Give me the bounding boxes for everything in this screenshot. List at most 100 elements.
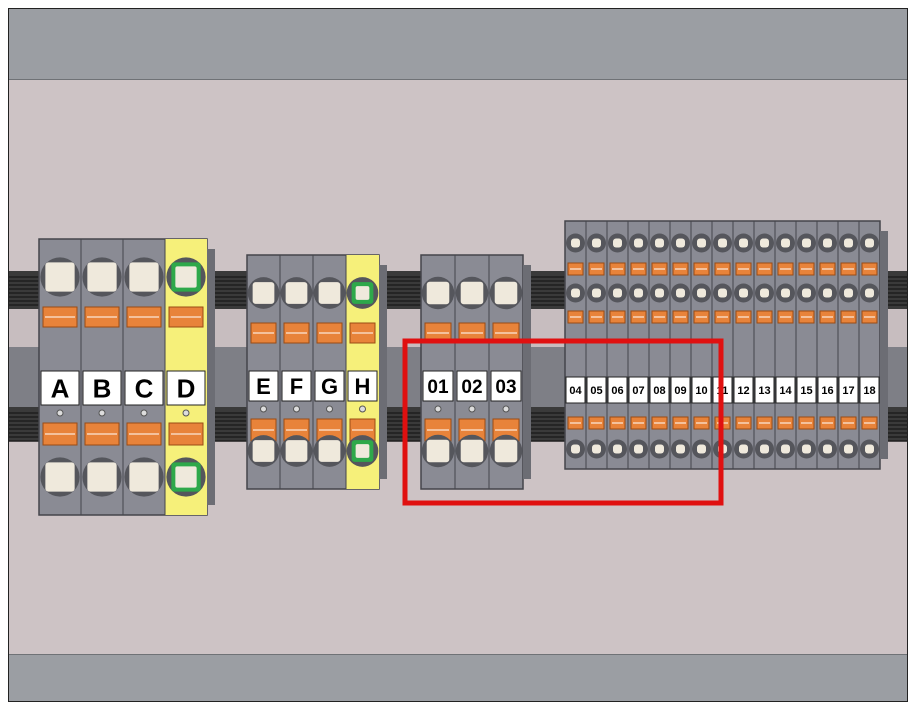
- label-text-07: 07: [632, 385, 644, 397]
- terminal-top-a-face: [613, 238, 622, 248]
- label-text-03: 03: [495, 377, 516, 398]
- terminal-bottom-face: [87, 462, 117, 492]
- terminal-top-a-face: [865, 238, 874, 248]
- terminal-top-a-face: [634, 238, 643, 248]
- label-text-B: B: [93, 373, 112, 403]
- terminal-bottom-face: [592, 444, 601, 454]
- terminal-top-b-face: [865, 288, 874, 298]
- terminal-top-a-face: [823, 238, 832, 248]
- test-port: [140, 409, 148, 417]
- test-port: [98, 409, 106, 417]
- terminal-bottom-face: [676, 444, 685, 454]
- terminal-top-b-face: [781, 288, 790, 298]
- label-text-A: A: [51, 373, 70, 403]
- terminal-bottom-face: [318, 440, 341, 462]
- terminal-bottom-face: [823, 444, 832, 454]
- label-text-10: 10: [695, 385, 707, 397]
- end-plate: [523, 265, 531, 479]
- terminal-top-a-face: [718, 238, 727, 248]
- label-text-13: 13: [758, 385, 770, 397]
- label-text-12: 12: [737, 385, 749, 397]
- test-port: [182, 409, 190, 417]
- terminal-top-face: [285, 282, 308, 304]
- label-text-16: 16: [821, 385, 833, 397]
- terminal-top-b-face: [760, 288, 769, 298]
- end-plate: [207, 249, 215, 505]
- terminal-top-face: [45, 262, 75, 292]
- terminal-top-b-face: [823, 288, 832, 298]
- terminal-bottom-face: [426, 439, 450, 463]
- terminal-bottom-face: [655, 444, 664, 454]
- terminal-top-face-inner: [355, 286, 370, 300]
- terminal-bottom-face-inner: [355, 444, 370, 458]
- terminal-top-b-face: [655, 288, 664, 298]
- label-text-15: 15: [800, 385, 812, 397]
- label-text-06: 06: [611, 385, 623, 397]
- terminal-bottom-face: [45, 462, 75, 492]
- label-text-18: 18: [863, 385, 875, 397]
- terminal-bottom-face: [697, 444, 706, 454]
- terminal-bottom-face: [739, 444, 748, 454]
- diagram-frame: A B C D E F G H 01 02 03 04 05 06 07 08 09 10 11 12 13 14 15 16…: [8, 8, 908, 702]
- terminal-top-face: [87, 262, 117, 292]
- terminal-top-b-face: [739, 288, 748, 298]
- label-text-14: 14: [779, 385, 792, 397]
- terminal-top-a-face: [697, 238, 706, 248]
- terminal-top-face: [318, 282, 341, 304]
- terminal-top-b-face: [634, 288, 643, 298]
- label-text-08: 08: [653, 385, 665, 397]
- terminal-bottom-face: [460, 439, 484, 463]
- label-text-05: 05: [590, 385, 602, 397]
- label-text-G: G: [321, 374, 338, 399]
- test-port: [56, 409, 64, 417]
- terminal-top-face-inner: [175, 266, 197, 288]
- terminal-bottom-face-inner: [175, 466, 197, 488]
- terminal-top-a-face: [592, 238, 601, 248]
- diagram-stage: A B C D E F G H 01 02 03 04 05 06 07 08 09 10 11 12 13 14 15 16…: [0, 0, 909, 702]
- label-text-H: H: [355, 374, 371, 399]
- terminal-top-a-face: [802, 238, 811, 248]
- label-text-01: 01: [427, 377, 449, 398]
- terminal-top-b-face: [697, 288, 706, 298]
- label-text-C: C: [135, 373, 154, 403]
- terminal-top-face: [494, 281, 518, 305]
- terminal-top-b-face: [676, 288, 685, 298]
- test-port: [502, 405, 510, 413]
- terminal-top-a-face: [760, 238, 769, 248]
- label-text-E: E: [256, 374, 271, 399]
- terminal-bottom-face: [634, 444, 643, 454]
- test-port: [468, 405, 476, 413]
- test-port: [359, 405, 366, 413]
- terminal-bottom-face: [865, 444, 874, 454]
- group-04-18: 04 05 06 07 08 09 10 11 12 13 14 15 16 17 18: [564, 220, 888, 470]
- terminal-bottom-face: [760, 444, 769, 454]
- group-efgh: EFGH: [246, 254, 387, 490]
- label-text-D: D: [177, 373, 196, 403]
- label-text-04: 04: [569, 385, 582, 397]
- terminal-bottom-face: [781, 444, 790, 454]
- terminal-top-b-face: [844, 288, 853, 298]
- terminal-top-b-face: [802, 288, 811, 298]
- end-plate: [880, 231, 888, 459]
- terminal-top-face: [460, 281, 484, 305]
- group-010203: 01 02 03: [420, 254, 531, 490]
- test-port: [260, 405, 267, 413]
- group-abcd: ABCD: [38, 238, 215, 516]
- terminal-top-face: [252, 282, 275, 304]
- terminal-bottom-face: [285, 440, 308, 462]
- label-text-09: 09: [674, 385, 686, 397]
- terminal-block-diagram: A B C D E F G H 01 02 03 04 05 06 07 08 09 10 11 12 13 14 15 16…: [9, 220, 907, 516]
- test-port: [293, 405, 300, 413]
- terminal-top-b-face: [613, 288, 622, 298]
- test-port: [434, 405, 442, 413]
- terminal-bottom-face: [571, 444, 580, 454]
- terminal-bottom-face: [613, 444, 622, 454]
- terminal-top-a-face: [571, 238, 580, 248]
- terminal-top-b-face: [718, 288, 727, 298]
- label-text-17: 17: [842, 385, 854, 397]
- terminal-top-a-face: [676, 238, 685, 248]
- terminal-bottom-face: [802, 444, 811, 454]
- terminal-top-face: [129, 262, 159, 292]
- label-text-F: F: [290, 374, 303, 399]
- terminal-top-a-face: [655, 238, 664, 248]
